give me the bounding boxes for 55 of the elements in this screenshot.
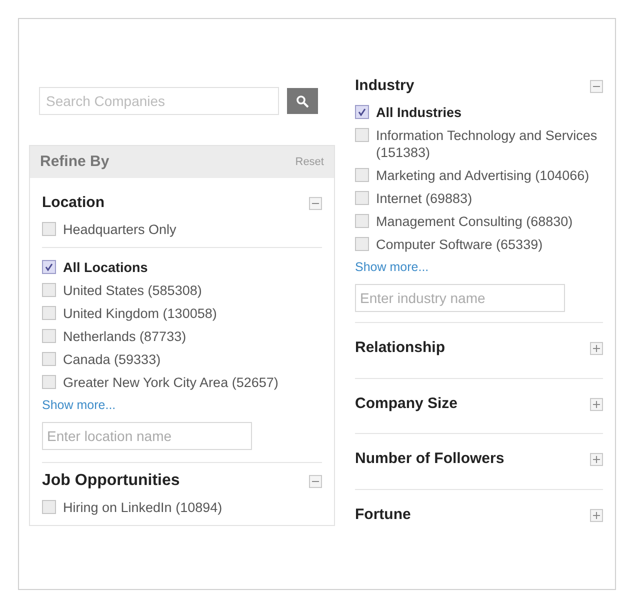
collapse-button[interactable] [309,196,322,210]
option-label: Headquarters Only [63,220,176,238]
checkbox[interactable] [42,260,56,274]
search-field[interactable]: Search Companies [39,87,279,115]
checkbox[interactable] [42,282,56,296]
checkbox[interactable] [355,236,369,250]
section-title: Fortune [355,504,411,525]
expand-button[interactable] [590,453,603,466]
checkbox[interactable] [42,222,56,236]
plus-icon [593,456,600,463]
option-label: Information Technology and Services (151383) [376,126,598,160]
section-title: Location [42,193,104,213]
option-label: All Locations [63,258,148,276]
expand-button[interactable] [590,398,603,410]
checkbox[interactable] [355,128,369,142]
refine-title: Refine By [40,152,110,172]
plus-icon [593,512,600,518]
option-label: Management Consulting (68830) [376,212,573,230]
expand-button[interactable] [590,342,603,355]
option-label: Hiring on LinkedIn (10894) [63,499,222,516]
checkbox[interactable] [355,214,369,228]
expand-button[interactable] [590,508,603,522]
option-label: Greater New York City Area (52657) [63,374,278,390]
option-label: Netherlands (87733) [63,328,186,344]
collapse-button[interactable] [590,80,603,93]
section-title: Company Size [355,394,458,414]
option-label: Marketing and Advertising (104066) [376,166,590,184]
checkbox[interactable] [355,190,369,204]
section-title: Industry [355,76,414,96]
reset-link[interactable]: Reset [295,154,324,170]
show-more-link[interactable]: Show more... [355,258,603,276]
option-label: All Industries [376,104,462,120]
checkbox[interactable] [42,500,56,514]
option-label: Internet (69883) [376,190,472,206]
filter-field[interactable]: Enter location name [42,422,252,450]
plus-icon [593,345,600,352]
option-label: Computer Software (65339) [376,236,543,252]
checkbox[interactable] [42,328,56,342]
checkbox[interactable] [42,306,56,320]
checkbox[interactable] [42,352,56,366]
checkbox[interactable] [355,104,369,118]
plus-icon [593,400,600,408]
search-icon [296,94,309,108]
search-button[interactable] [287,88,318,114]
collapse-button[interactable] [309,474,322,488]
option-label: United States (585308) [63,282,202,298]
option-label: Canada (59333) [63,350,161,368]
section-title: Job Opportunities [42,471,180,492]
option-label: United Kingdom (130058) [63,304,217,322]
filter-field[interactable]: Enter industry name [355,284,565,312]
section-title: Relationship [355,338,446,358]
show-more-link[interactable]: Show more... [42,396,322,414]
section-title: Number of Followers [355,449,504,470]
checkbox[interactable] [355,168,369,182]
checkbox[interactable] [42,374,56,388]
